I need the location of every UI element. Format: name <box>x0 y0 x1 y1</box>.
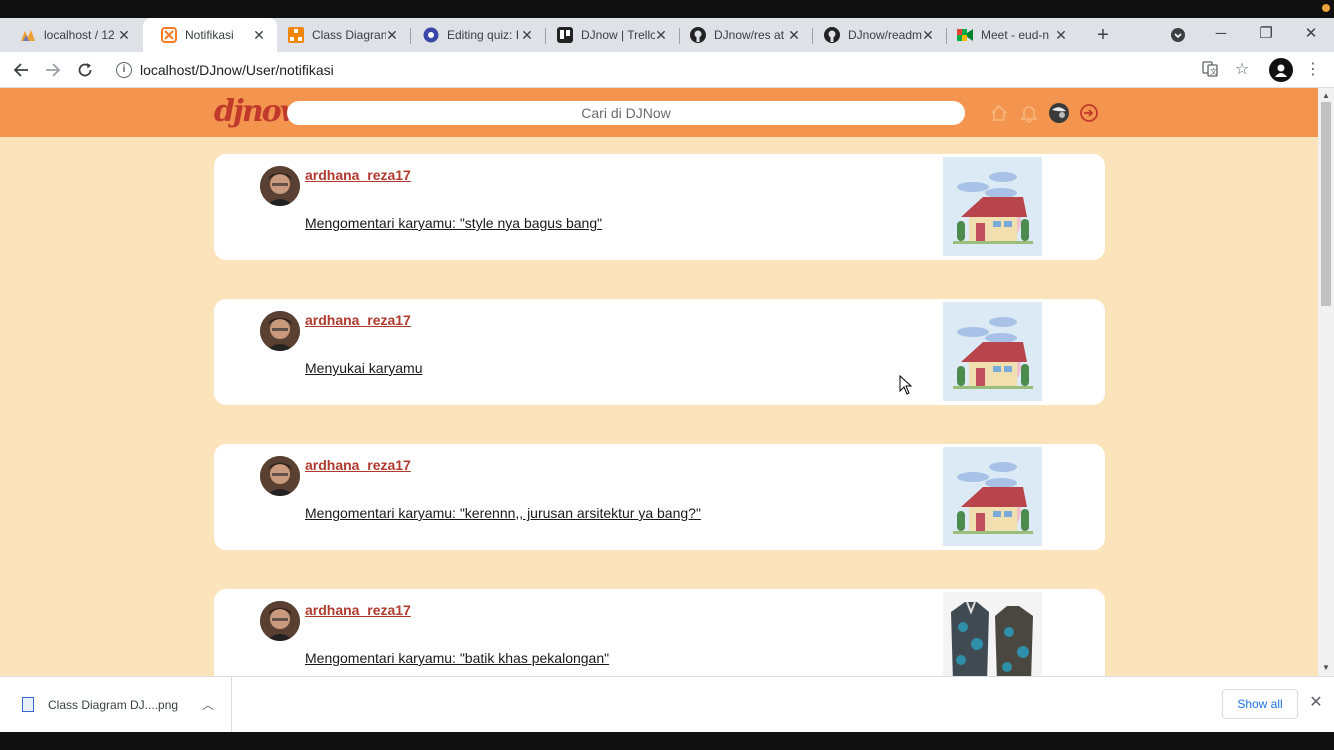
notification-card[interactable]: ardhana_reza17 Mengomentari karyamu: "ke… <box>214 444 1105 550</box>
bell-icon[interactable] <box>1018 102 1040 124</box>
avatar[interactable] <box>260 166 300 206</box>
notification-card[interactable]: ardhana_reza17 Mengomentari karyamu: "st… <box>214 154 1105 260</box>
reload-button[interactable] <box>73 58 97 82</box>
notification-message[interactable]: Mengomentari karyamu: "kerennn,, jurusan… <box>305 505 701 521</box>
profile-avatar[interactable] <box>1269 58 1293 82</box>
house-thumbnail[interactable] <box>943 447 1042 546</box>
house-thumbnail[interactable] <box>943 302 1042 401</box>
show-all-button[interactable]: Show all <box>1222 689 1298 719</box>
close-window-button[interactable]: ✕ <box>1288 18 1334 52</box>
tab-title: DJnow/res at <box>714 28 785 42</box>
tab-github-readme[interactable]: DJnow/readm ✕ <box>806 18 946 52</box>
menu-icon[interactable]: ⋮ <box>1302 58 1324 80</box>
tab-title: localhost / 12 <box>44 28 115 42</box>
recording-indicator <box>1322 4 1330 12</box>
tab-strip: localhost / 12 ✕ Notifikasi ✕ Class Diag… <box>0 18 1334 52</box>
tab-title: DJnow | Trello <box>581 28 655 42</box>
download-shelf: Class Diagram DJ....png ︿ Show all ✕ <box>0 676 1334 733</box>
close-icon[interactable]: ✕ <box>1053 27 1069 43</box>
chevron-up-icon[interactable]: ︿ <box>202 696 214 713</box>
notification-message[interactable]: Mengomentari karyamu: "style nya bagus b… <box>305 215 602 231</box>
screen-bottom-bar <box>0 732 1334 750</box>
phpmyadmin-icon <box>20 27 36 43</box>
username-link[interactable]: ardhana_reza17 <box>305 167 411 183</box>
new-tab-button[interactable]: + <box>1091 23 1115 47</box>
forward-button[interactable] <box>41 58 65 82</box>
download-item[interactable]: Class Diagram DJ....png ︿ <box>0 677 232 733</box>
tab-github-res[interactable]: DJnow/res at ✕ <box>672 18 812 52</box>
page-viewport: djnow ardhana_reza17 Mengomentari karyam… <box>0 88 1318 676</box>
close-icon[interactable]: ✕ <box>384 27 400 43</box>
site-header: djnow <box>0 88 1318 137</box>
screen-top-bar <box>0 0 1334 18</box>
search-input[interactable] <box>287 101 965 125</box>
house-thumbnail[interactable] <box>943 157 1042 256</box>
url-text[interactable]: localhost/DJnow/User/notifikasi <box>140 62 334 78</box>
tab-notifikasi[interactable]: Notifikasi ✕ <box>143 18 277 52</box>
close-icon[interactable]: ✕ <box>1306 693 1326 713</box>
tab-title: DJnow/readm <box>848 28 922 42</box>
home-icon[interactable] <box>988 102 1010 124</box>
close-icon[interactable]: ✕ <box>116 27 132 43</box>
user-avatar[interactable] <box>1048 102 1070 124</box>
close-icon[interactable]: ✕ <box>519 27 535 43</box>
close-icon[interactable]: ✕ <box>251 27 267 43</box>
notification-message[interactable]: Mengomentari karyamu: "batik khas pekalo… <box>305 650 609 666</box>
tab-google-meet[interactable]: Meet - eud-n ✕ <box>939 18 1079 52</box>
github-icon <box>824 27 840 43</box>
translate-icon[interactable]: 文 <box>1199 58 1221 80</box>
scroll-thumb[interactable] <box>1321 102 1331 306</box>
browser-toolbar: i localhost/DJnow/User/notifikasi 文 ☆ ⋮ <box>0 52 1334 88</box>
avatar[interactable] <box>260 311 300 351</box>
notification-card[interactable]: ardhana_reza17 Menyukai karyamu <box>214 299 1105 405</box>
scroll-up-icon[interactable]: ▲ <box>1318 90 1334 102</box>
page-scrollbar[interactable]: ▲ ▼ <box>1318 88 1334 676</box>
tab-search-button[interactable] <box>1155 18 1201 52</box>
back-button[interactable] <box>9 58 33 82</box>
moodle-icon <box>423 27 439 43</box>
avatar[interactable] <box>260 456 300 496</box>
tab-title: Class Diagran <box>312 28 386 42</box>
restore-button[interactable]: ❐ <box>1243 18 1289 52</box>
logout-icon[interactable] <box>1078 102 1100 124</box>
bookmark-star-icon[interactable]: ☆ <box>1231 58 1253 80</box>
username-link[interactable]: ardhana_reza17 <box>305 457 411 473</box>
minimize-button[interactable]: ─ <box>1198 18 1244 52</box>
scroll-down-icon[interactable]: ▼ <box>1318 662 1334 674</box>
info-icon[interactable]: i <box>116 62 132 78</box>
tab-phpmyadmin[interactable]: localhost / 12 ✕ <box>2 18 142 52</box>
download-file-name[interactable]: Class Diagram DJ....png <box>48 698 178 712</box>
close-icon[interactable]: ✕ <box>786 27 802 43</box>
notification-card[interactable]: ardhana_reza17 Mengomentari karyamu: "ba… <box>214 589 1105 676</box>
close-icon[interactable]: ✕ <box>653 27 669 43</box>
notification-message[interactable]: Menyukai karyamu <box>305 360 423 376</box>
address-bar[interactable]: i localhost/DJnow/User/notifikasi <box>106 54 1258 86</box>
tab-title: Editing quiz: I <box>447 28 520 42</box>
tab-title: Notifikasi <box>185 28 234 42</box>
github-icon <box>690 27 706 43</box>
trello-icon <box>557 27 573 43</box>
tab-class-diagram[interactable]: Class Diagran ✕ <box>270 18 410 52</box>
close-icon[interactable]: ✕ <box>920 27 936 43</box>
tab-title: Meet - eud-n <box>981 28 1050 42</box>
mouse-cursor-icon <box>899 375 913 395</box>
username-link[interactable]: ardhana_reza17 <box>305 312 411 328</box>
svg-text:文: 文 <box>1210 67 1217 76</box>
drawio-icon <box>288 27 304 43</box>
google-meet-icon <box>957 27 973 43</box>
avatar[interactable] <box>260 601 300 641</box>
tab-trello[interactable]: DJnow | Trello ✕ <box>539 18 679 52</box>
xampp-icon <box>161 27 177 43</box>
batik-thumbnail[interactable] <box>943 592 1042 676</box>
username-link[interactable]: ardhana_reza17 <box>305 602 411 618</box>
image-file-icon <box>22 697 34 712</box>
tab-editing-quiz[interactable]: Editing quiz: I ✕ <box>405 18 545 52</box>
